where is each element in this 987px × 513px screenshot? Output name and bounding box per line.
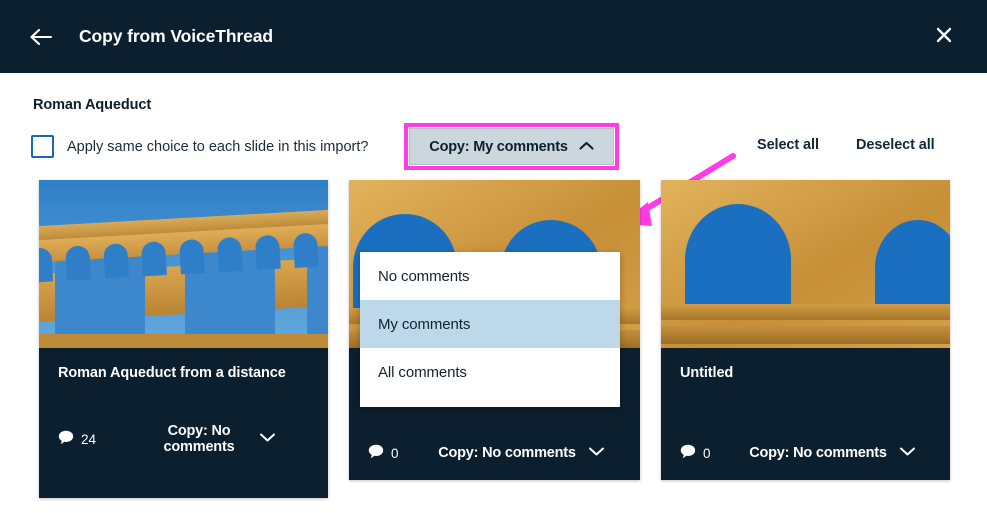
voicethread-title: Roman Aqueduct [33,97,152,113]
checkbox-box[interactable] [31,135,54,158]
copy-options-menu[interactable]: No comments My comments All comments [360,252,620,407]
apply-same-choice-label: Apply same choice to each slide in this … [67,138,369,155]
slide-copy-dropdown[interactable]: Copy: No comments [734,444,931,462]
menu-item-my-comments[interactable]: My comments [360,300,620,348]
slide-thumbnail-aqueduct-closeup-b [661,180,950,348]
comment-count: 0 [680,444,734,462]
comment-bubble-icon [680,444,696,462]
slide-copy-dropdown-label: Copy: No comments [749,445,887,461]
comment-bubble-icon [368,444,384,462]
slide-card[interactable]: Untitled 0 Copy: No comments [661,180,950,480]
select-all-button[interactable]: Select all [757,137,819,153]
slide-card-footer: 0 Copy: No comments [349,444,640,480]
comment-count: 24 [58,430,112,448]
slide-copy-dropdown-label: Copy: No comments [438,445,576,461]
menu-item-no-comments[interactable]: No comments [360,252,620,300]
arrow-left-icon [29,27,53,47]
controls-row: Apply same choice to each slide in this … [0,123,987,177]
close-button[interactable] [927,20,961,54]
chevron-down-icon [899,444,916,462]
comment-count-value: 0 [703,445,711,461]
slide-card-footer: 24 Copy: No comments [39,423,328,474]
slide-copy-dropdown[interactable]: Copy: No comments [422,444,621,462]
menu-item-all-comments[interactable]: All comments [360,348,620,396]
slide-copy-dropdown[interactable]: Copy: No comments [112,423,309,456]
global-copy-dropdown-label: Copy: My comments [429,138,568,155]
slide-card-footer: 0 Copy: No comments [661,444,950,480]
page-title: Copy from VoiceThread [79,26,273,46]
comment-count-value: 24 [81,431,97,447]
comment-count-value: 0 [391,445,399,461]
back-button[interactable] [18,14,64,60]
apply-same-choice-checkbox[interactable]: Apply same choice to each slide in this … [31,135,368,158]
global-copy-dropdown[interactable]: Copy: My comments [409,128,614,165]
comment-bubble-icon [58,430,74,448]
dialog-header: Copy from VoiceThread [0,0,987,73]
slide-title: Untitled [680,365,734,381]
deselect-all-button[interactable]: Deselect all [856,137,935,153]
slide-thumbnail-aqueduct-distance [39,180,328,348]
chevron-down-icon [588,444,605,462]
comment-count: 0 [368,444,422,462]
slide-title: Roman Aqueduct from a distance [58,365,286,381]
chevron-down-icon [259,430,276,448]
dialog-body: Roman Aqueduct Apply same choice to each… [0,73,987,513]
slide-card[interactable]: Roman Aqueduct from a distance 24 Copy: … [39,180,328,498]
slide-copy-dropdown-label: Copy: No comments [163,422,235,456]
chevron-up-icon [579,139,594,155]
close-x-icon [935,26,953,47]
